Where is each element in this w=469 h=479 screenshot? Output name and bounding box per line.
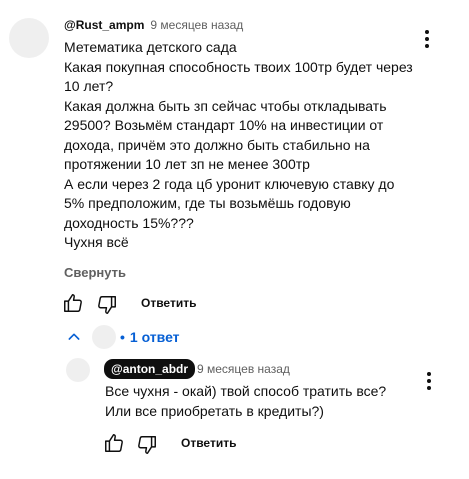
chevron-up-icon (68, 333, 80, 340)
reply-time: 9 месяцев назад (197, 362, 290, 376)
replies-dot: • (120, 329, 125, 345)
reply-author-avatar-small (92, 325, 116, 349)
comment-time[interactable]: 9 месяцев назад (150, 18, 243, 32)
comment-author[interactable]: @Rust_ampm (64, 18, 144, 32)
replies-toggle[interactable]: • 1 ответ (66, 325, 180, 349)
comment-more-icon[interactable] (418, 28, 436, 50)
reply-thumb-up-icon[interactable] (103, 432, 125, 454)
comment-avatar[interactable] (9, 18, 49, 58)
thumb-down-icon[interactable] (96, 294, 118, 316)
comment-reply-button[interactable]: Ответить (141, 296, 196, 310)
reply-author[interactable]: @anton_abdr (104, 359, 196, 379)
thumb-up-icon[interactable] (62, 292, 84, 314)
reply-reply-button[interactable]: Ответить (181, 436, 236, 450)
reply-avatar[interactable] (66, 358, 90, 382)
comment-text: Метематика детского сада Какая покупная … (64, 39, 413, 250)
reply-thumb-down-icon[interactable] (136, 434, 158, 456)
collapse-button[interactable]: Свернуть (64, 265, 126, 280)
comment-header: @Rust_ampm 9 месяцев назад (64, 17, 243, 33)
replies-count: 1 ответ (129, 329, 180, 345)
reply-more-icon[interactable] (420, 370, 438, 392)
reply-text: Все чухня - окай) твой способ тратить вс… (105, 383, 387, 419)
